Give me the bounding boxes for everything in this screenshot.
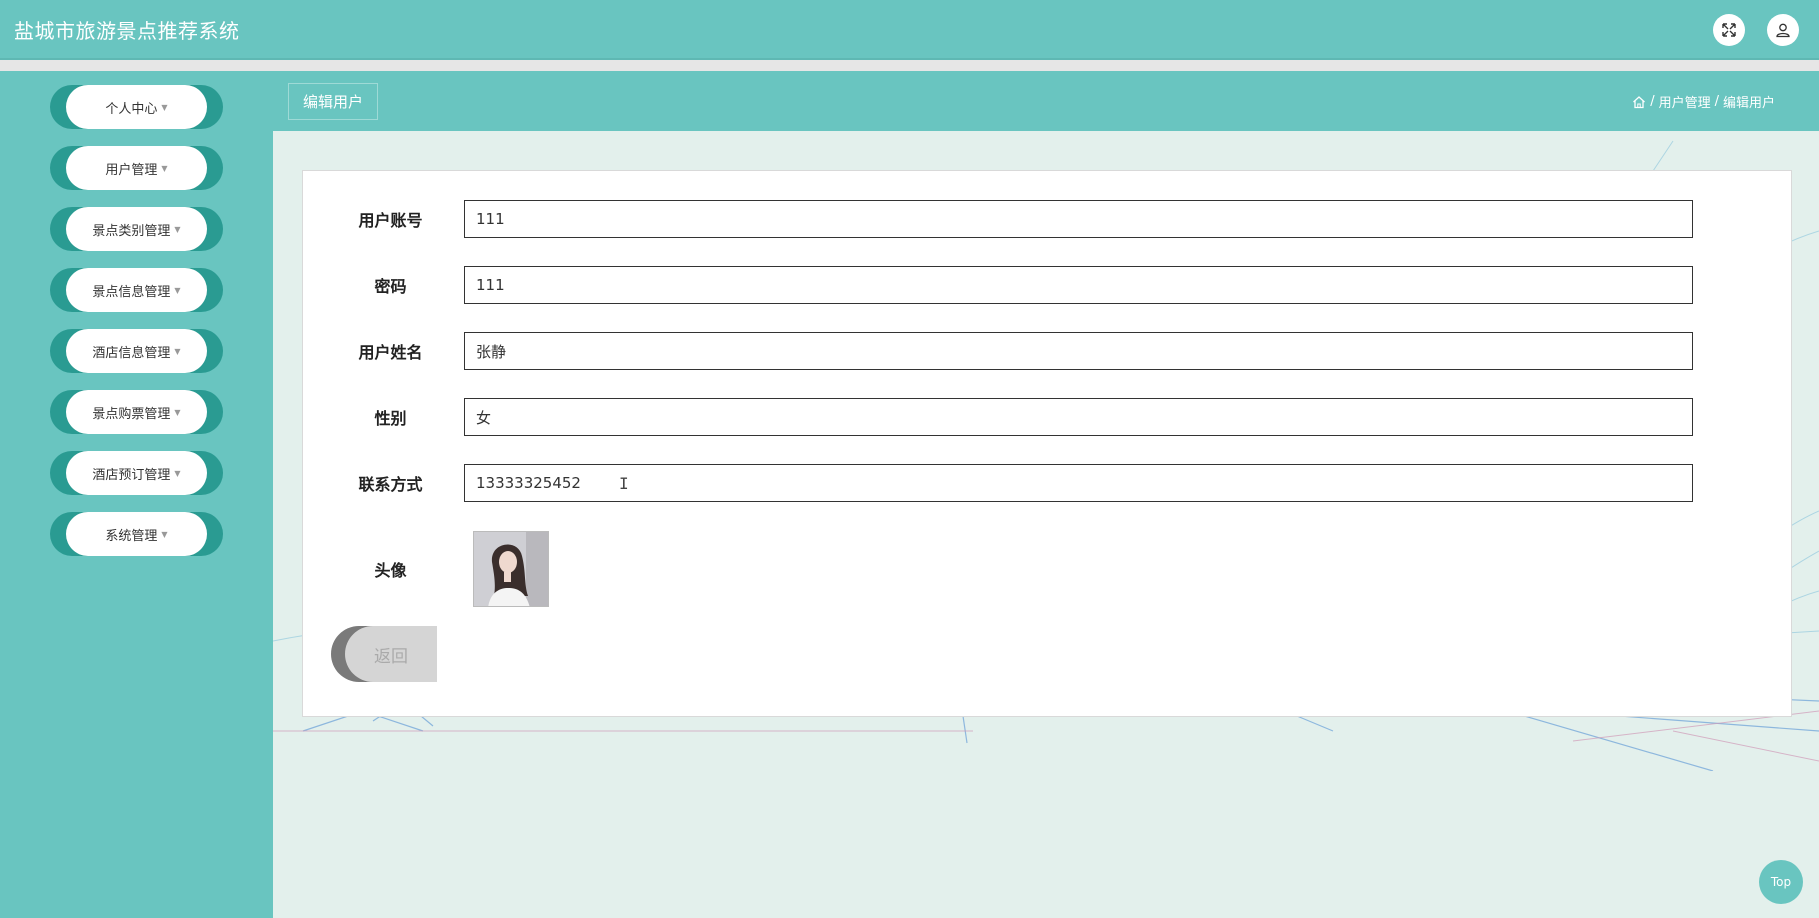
header-divider [0,60,1819,71]
account-label: 用户账号 [358,211,423,230]
back-button[interactable]: 返回 [331,626,437,682]
fullscreen-button[interactable] [1713,14,1745,46]
page-header: 编辑用户 / 用户管理 / 编辑用户 [273,71,1819,131]
breadcrumb-separator: / [1650,94,1655,109]
user-icon [1776,23,1790,38]
caret-down-icon: ▼ [161,529,168,539]
home-icon[interactable] [1632,95,1646,109]
breadcrumb: / 用户管理 / 编辑用户 [1632,92,1775,111]
form-row-contact: 联系方式 [303,464,1793,502]
breadcrumb-separator: / [1714,94,1719,109]
sidebar-item-attraction-category[interactable]: 景点类别管理 ▼ [50,207,223,251]
password-input[interactable] [464,266,1693,304]
avatar-label: 头像 [374,561,407,580]
text-cursor-icon: I [619,474,629,493]
user-menu-button[interactable] [1767,14,1799,46]
back-button-label: 返回 [345,626,437,682]
sidebar-item-label: 用户管理 [105,162,158,178]
form-row-password: 密码 [303,266,1793,304]
password-label: 密码 [374,277,407,296]
form-row-account: 用户账号 [303,200,1793,238]
header-actions [1713,14,1799,46]
sidebar-item-hotel-booking[interactable]: 酒店预订管理 ▼ [50,451,223,495]
name-input[interactable] [464,332,1693,370]
sidebar-item-attraction-info[interactable]: 景点信息管理 ▼ [50,268,223,312]
form-row-gender: 性别 [303,398,1793,436]
form-row-name: 用户姓名 [303,332,1793,370]
sidebar-item-label: 酒店信息管理 [92,345,171,361]
sidebar-item-hotel-info[interactable]: 酒店信息管理 ▼ [50,329,223,373]
sidebar-item-ticket-purchase[interactable]: 景点购票管理 ▼ [50,390,223,434]
caret-down-icon: ▼ [161,102,168,112]
expand-icon [1722,23,1736,37]
contact-label: 联系方式 [358,475,423,494]
contact-input[interactable] [464,464,1693,502]
scroll-top-button[interactable]: Top [1759,860,1803,904]
sidebar: 个人中心 ▼ 用户管理 ▼ 景点类别管理 ▼ 景点信息管理 ▼ 酒店信息管理 ▼ 景点购票… [0,71,273,918]
avatar-image[interactable] [473,531,549,607]
sidebar-item-user-management[interactable]: 用户管理 ▼ [50,146,223,190]
caret-down-icon: ▼ [174,468,181,478]
breadcrumb-user-management[interactable]: 用户管理 [1659,92,1711,111]
caret-down-icon: ▼ [174,346,181,356]
sidebar-item-system[interactable]: 系统管理 ▼ [50,512,223,556]
avatar-photo [474,532,548,606]
sidebar-item-label: 景点信息管理 [92,284,171,300]
caret-down-icon: ▼ [174,285,181,295]
gender-input[interactable] [464,398,1693,436]
sidebar-item-label: 景点购票管理 [92,406,171,422]
breadcrumb-edit-user: 编辑用户 [1722,96,1775,111]
edit-user-form: 用户账号 密码 用户姓名 性别 联系方式 头像 返回 [302,170,1792,717]
form-row-avatar: 头像 [303,531,1793,607]
gender-label: 性别 [374,409,407,428]
tab-edit-user[interactable]: 编辑用户 [288,83,379,120]
top-header: 盐城市旅游景点推荐系统 [0,0,1819,60]
caret-down-icon: ▼ [174,224,181,234]
account-input[interactable] [464,200,1693,238]
name-label: 用户姓名 [358,343,423,362]
caret-down-icon: ▼ [161,163,168,173]
sidebar-item-personal-center[interactable]: 个人中心 ▼ [50,85,223,129]
sidebar-item-label: 系统管理 [105,528,158,544]
sidebar-item-label: 景点类别管理 [92,223,171,239]
caret-down-icon: ▼ [174,407,181,417]
sidebar-item-label: 个人中心 [105,101,158,117]
app-title: 盐城市旅游景点推荐系统 [14,18,240,43]
sidebar-item-label: 酒店预订管理 [92,467,171,483]
